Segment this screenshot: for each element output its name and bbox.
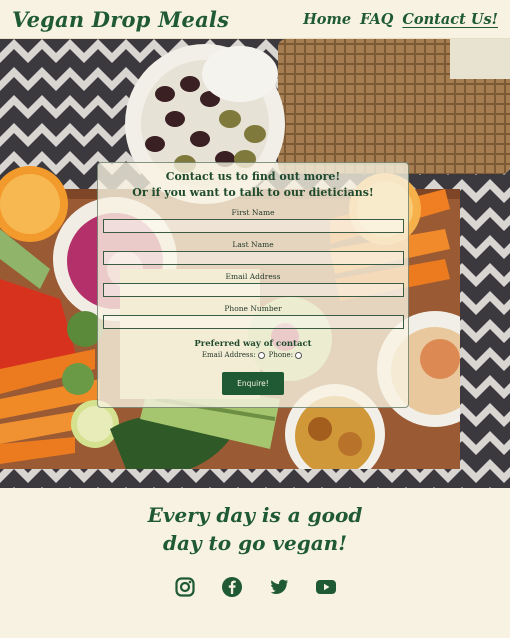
nav-home[interactable]: Home [303, 11, 351, 28]
nav-faq[interactable]: FAQ [360, 11, 393, 28]
nav-contact-us[interactable]: Contact Us! [402, 11, 498, 28]
contact-form: Contact us to find out more! Or if you w… [97, 162, 409, 408]
youtube-icon[interactable] [315, 576, 337, 598]
site-header: Vegan Drop Meals Home FAQ Contact Us! [0, 0, 510, 39]
tagline-line-1: Every day is a good [147, 503, 363, 527]
main-nav: Home FAQ Contact Us! [303, 11, 498, 28]
preferred-contact-title: Preferred way of contact [194, 339, 312, 349]
phone-option-label: Phone: [268, 351, 294, 359]
site-footer: Every day is a good day to go vegan! [0, 488, 510, 638]
last-name-field: Last Name [98, 239, 408, 265]
phone-label: Phone Number [224, 304, 282, 313]
first-name-input[interactable] [102, 219, 404, 233]
enquire-button[interactable]: Enquire! [222, 372, 284, 395]
email-field: Email Address [98, 271, 408, 297]
facebook-icon[interactable] [221, 576, 243, 598]
tagline-line-2: day to go vegan! [163, 531, 347, 555]
site-logo[interactable]: Vegan Drop Meals [12, 7, 229, 32]
email-option-label: Email Address: [201, 351, 256, 359]
last-name-input[interactable] [102, 251, 404, 265]
phone-input[interactable] [102, 315, 404, 329]
phone-radio[interactable] [295, 351, 303, 359]
first-name-label: First Name [231, 208, 275, 217]
preferred-contact-options: Email Address: Phone: [98, 350, 408, 360]
email-radio[interactable] [257, 351, 265, 359]
social-links [0, 576, 510, 598]
phone-field: Phone Number [98, 303, 408, 329]
last-name-label: Last Name [232, 240, 274, 249]
instagram-icon[interactable] [174, 576, 196, 598]
form-subtitle: Or if you want to talk to our dieticians… [132, 186, 374, 199]
first-name-field: First Name [98, 207, 408, 233]
email-input[interactable] [102, 283, 404, 297]
tagline: Every day is a good day to go vegan! [0, 501, 510, 557]
email-label: Email Address [225, 272, 281, 281]
form-title: Contact us to find out more! [165, 170, 341, 183]
twitter-icon[interactable] [268, 576, 290, 598]
